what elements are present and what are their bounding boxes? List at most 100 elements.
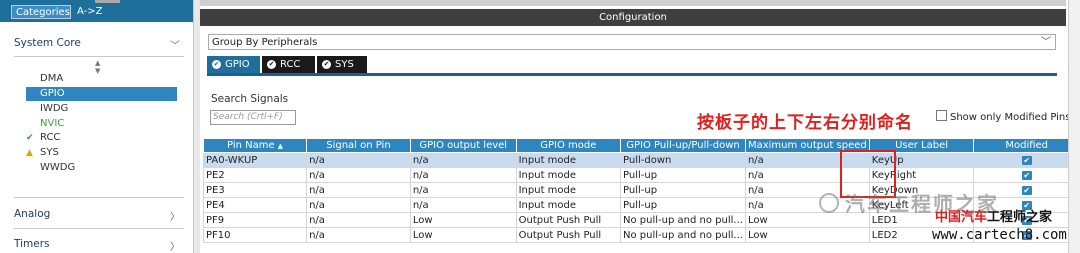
table-cell: n/a (409, 197, 517, 213)
peripheral-label: DMA (40, 73, 64, 84)
tab-categories[interactable]: Categories (11, 5, 71, 19)
table-cell: Input mode (515, 167, 622, 183)
chevron-right-icon: 〉 (170, 242, 180, 253)
table-cell: PE3 (202, 182, 308, 198)
peripheral-item-iwdg[interactable]: IWDG (26, 102, 177, 116)
table-cell: Input mode (515, 152, 622, 168)
tab-label: SYS (335, 59, 354, 70)
table-cell: PE4 (202, 197, 308, 213)
chevron-down-icon: ﹀ (170, 41, 180, 52)
peripheral-label: SYS (40, 147, 59, 158)
peripheral-item-gpio[interactable]: GPIO (26, 87, 177, 101)
configuration-title: Configuration (200, 9, 1066, 26)
column-header[interactable]: GPIO Pull-up/Pull-down (620, 138, 746, 153)
table-cell: PA0-WKUP (202, 152, 308, 168)
table-row[interactable]: PA0-WKUP n/a n/a Input mode Pull-down n/a KeyU… (202, 152, 1080, 168)
table-cell: Low (409, 227, 517, 243)
table-cell: Input mode (515, 182, 622, 198)
table-cell: PF9 (202, 212, 308, 228)
column-header[interactable]: GPIO output level (409, 138, 517, 153)
search-signals-label: Search Signals (211, 93, 289, 105)
checkbox-checked-icon[interactable]: ✔ (1021, 155, 1032, 165)
table-cell: n/a (306, 212, 411, 228)
peripheral-item-nvic[interactable]: NVIC (26, 117, 177, 131)
tab-a-z[interactable]: A->Z (73, 5, 111, 19)
category-tab-bar: Categories A->Z (0, 0, 193, 22)
annotation-text: 按板子的上下左右分别命名 (697, 113, 913, 133)
show-only-modified-checkbox[interactable]: Show only Modified Pins (936, 110, 1070, 123)
table-cell: Pull-up (620, 182, 746, 198)
chevron-right-icon: 〉 (170, 212, 180, 223)
peripheral-item-wwdg[interactable]: WWDG (26, 161, 177, 175)
peripheral-item-sys[interactable]: ▲ SYS (26, 146, 177, 160)
table-cell: Pull-up (620, 197, 746, 213)
divider (14, 56, 184, 57)
table-cell: n/a (306, 152, 411, 168)
peripheral-item-rcc[interactable]: ✔ RCC (26, 131, 177, 145)
search-placeholder: Search (Crtl+F) (213, 112, 283, 122)
wechat-logo-icon (819, 193, 839, 213)
watermark-url: www.cartech8.com (932, 227, 1067, 243)
modified-cell[interactable]: ✔ (973, 167, 1080, 183)
left-scroll-indicator[interactable] (95, 0, 120, 3)
left-panel: Categories A->Z System Core ﹀ ▲ ▼ DMA GPIO… (0, 0, 194, 253)
group-by-value: Group By Peripherals (212, 37, 318, 48)
check-circle-icon: ✔ (267, 60, 276, 69)
section-analog[interactable]: Analog 〉 (14, 208, 184, 223)
table-cell: n/a (306, 197, 411, 213)
section-system-core[interactable]: System Core ﹀ (14, 37, 184, 52)
search-input[interactable]: Search (Crtl+F) (210, 110, 296, 125)
table-cell: n/a (409, 152, 517, 168)
show-only-modified-label: Show only Modified Pins (950, 112, 1071, 123)
watermark-brand: 中国汽车工程师之家 (935, 210, 1053, 225)
column-header[interactable]: Signal on Pin (306, 138, 411, 153)
table-cell: n/a (409, 182, 517, 198)
table-cell: n/a (306, 167, 411, 183)
column-header[interactable]: Modified (973, 138, 1080, 153)
peripheral-label: WWDG (40, 162, 76, 173)
tab-label: RCC (280, 59, 301, 70)
table-row[interactable]: PE2 n/a n/a Input mode Pull-up n/a KeyRight ✔ (202, 167, 1080, 183)
peripheral-tab-bar: ✔ GPIO ✔ RCC ✔ SYS (207, 56, 1057, 76)
peripheral-item-dma[interactable]: DMA (26, 72, 177, 86)
tab-label: GPIO (225, 59, 250, 70)
group-by-select[interactable]: Group By Peripherals ﹀ (208, 34, 1056, 50)
peripheral-label: RCC (40, 132, 61, 143)
table-cell: n/a (409, 167, 517, 183)
checkbox-icon[interactable] (936, 110, 947, 121)
table-cell: Low (409, 212, 517, 228)
table-cell: Input mode (515, 197, 622, 213)
section-label: Timers (14, 238, 50, 250)
divider (14, 228, 184, 229)
sort-ascending-icon: ▲ (277, 142, 284, 150)
tab-rcc[interactable]: ✔ RCC (262, 56, 315, 73)
tab-gpio[interactable]: ✔ GPIO (207, 56, 260, 73)
table-cell: Output Push Pull (515, 212, 622, 228)
check-icon: ✔ (26, 133, 34, 143)
section-label: Analog (14, 208, 51, 220)
vertical-scrollbar[interactable] (1068, 0, 1080, 253)
table-cell: PF10 (202, 227, 308, 243)
checkbox-checked-icon[interactable]: ✔ (1021, 170, 1032, 180)
table-cell: PE2 (202, 167, 308, 183)
top-scrollbar[interactable] (200, 0, 1066, 6)
table-cell: No pull-up and no pull... (620, 212, 746, 228)
table-cell: Output Push Pull (515, 227, 622, 243)
column-header[interactable]: Pin Name ▲ (202, 138, 308, 153)
section-timers[interactable]: Timers 〉 (14, 238, 184, 253)
warning-icon: ▲ (26, 148, 33, 158)
peripheral-label: GPIO (40, 88, 65, 99)
column-header[interactable]: GPIO mode (515, 138, 622, 153)
table-header-row: Pin Name ▲ Signal on Pin GPIO output leve… (202, 138, 1080, 153)
table-cell: No pull-up and no pull... (620, 227, 746, 243)
modified-cell[interactable]: ✔ (973, 152, 1080, 168)
checkbox-checked-icon[interactable]: ✔ (1021, 185, 1032, 195)
peripheral-label: IWDG (40, 103, 69, 114)
section-label: System Core (14, 37, 81, 49)
tab-sys[interactable]: ✔ SYS (317, 56, 367, 73)
table-cell: n/a (306, 182, 411, 198)
divider (14, 197, 184, 198)
check-circle-icon: ✔ (212, 60, 221, 69)
table-cell: Low (744, 227, 870, 243)
check-circle-icon: ✔ (322, 60, 331, 69)
